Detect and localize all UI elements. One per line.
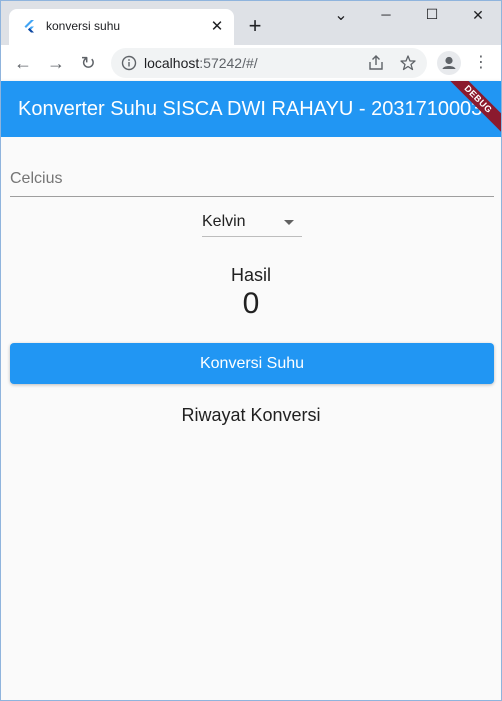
flutter-icon [23,20,37,34]
result-label: Hasil [230,265,271,285]
profile-icon[interactable] [437,51,461,75]
tab-title: konversi suhu [46,19,121,33]
browser-window: konversi suhu ✕ + ⌄ ─ ☐ ✕ ← → ↻ localhos… [0,0,502,701]
url-host: localhost [144,55,200,71]
dropdown-selected-value: Kelvin [202,213,246,230]
convert-button[interactable]: Konversi Suhu [10,343,494,384]
celcius-input[interactable] [10,157,494,196]
info-icon[interactable] [121,55,137,71]
reload-button[interactable]: ↻ [77,52,99,74]
main-content: Kelvin Hasil 0 Konversi Suhu Riwayat Kon… [1,137,501,700]
celcius-field [10,157,494,197]
history-title: Riwayat Konversi [181,405,321,425]
new-tab-button[interactable]: + [244,15,266,37]
url-path: :57242/#/ [199,55,258,71]
tab-close-icon[interactable]: ✕ [208,18,226,36]
tab-strip: konversi suhu ✕ + ⌄ ─ ☐ ✕ [1,1,501,45]
share-icon[interactable] [367,54,385,72]
address-bar[interactable]: localhost:57242/#/ [111,48,427,78]
unit-dropdown[interactable]: Kelvin [202,209,302,237]
tab-konversi-suhu[interactable]: konversi suhu ✕ [9,9,234,45]
page-title: Konverter Suhu SISCA DWI RAHAYU - 203171… [18,98,483,120]
browser-toolbar: ← → ↻ localhost:57242/#/ ⋮ [1,45,501,81]
close-window-button[interactable]: ✕ [463,7,493,27]
kebab-menu-icon[interactable]: ⋮ [471,52,491,74]
result-value: 0 [242,287,260,320]
app-bar: Konverter Suhu SISCA DWI RAHAYU - 203171… [1,81,501,137]
back-button[interactable]: ← [12,52,34,74]
minimize-button[interactable]: ─ [371,7,401,27]
forward-button[interactable]: → [45,52,67,74]
maximize-button[interactable]: ☐ [417,6,447,26]
star-icon[interactable] [399,54,417,72]
url-text: localhost:57242/#/ [144,55,258,71]
dropdown-arrow-icon [284,220,294,225]
chevron-down-icon[interactable]: ⌄ [326,5,356,25]
